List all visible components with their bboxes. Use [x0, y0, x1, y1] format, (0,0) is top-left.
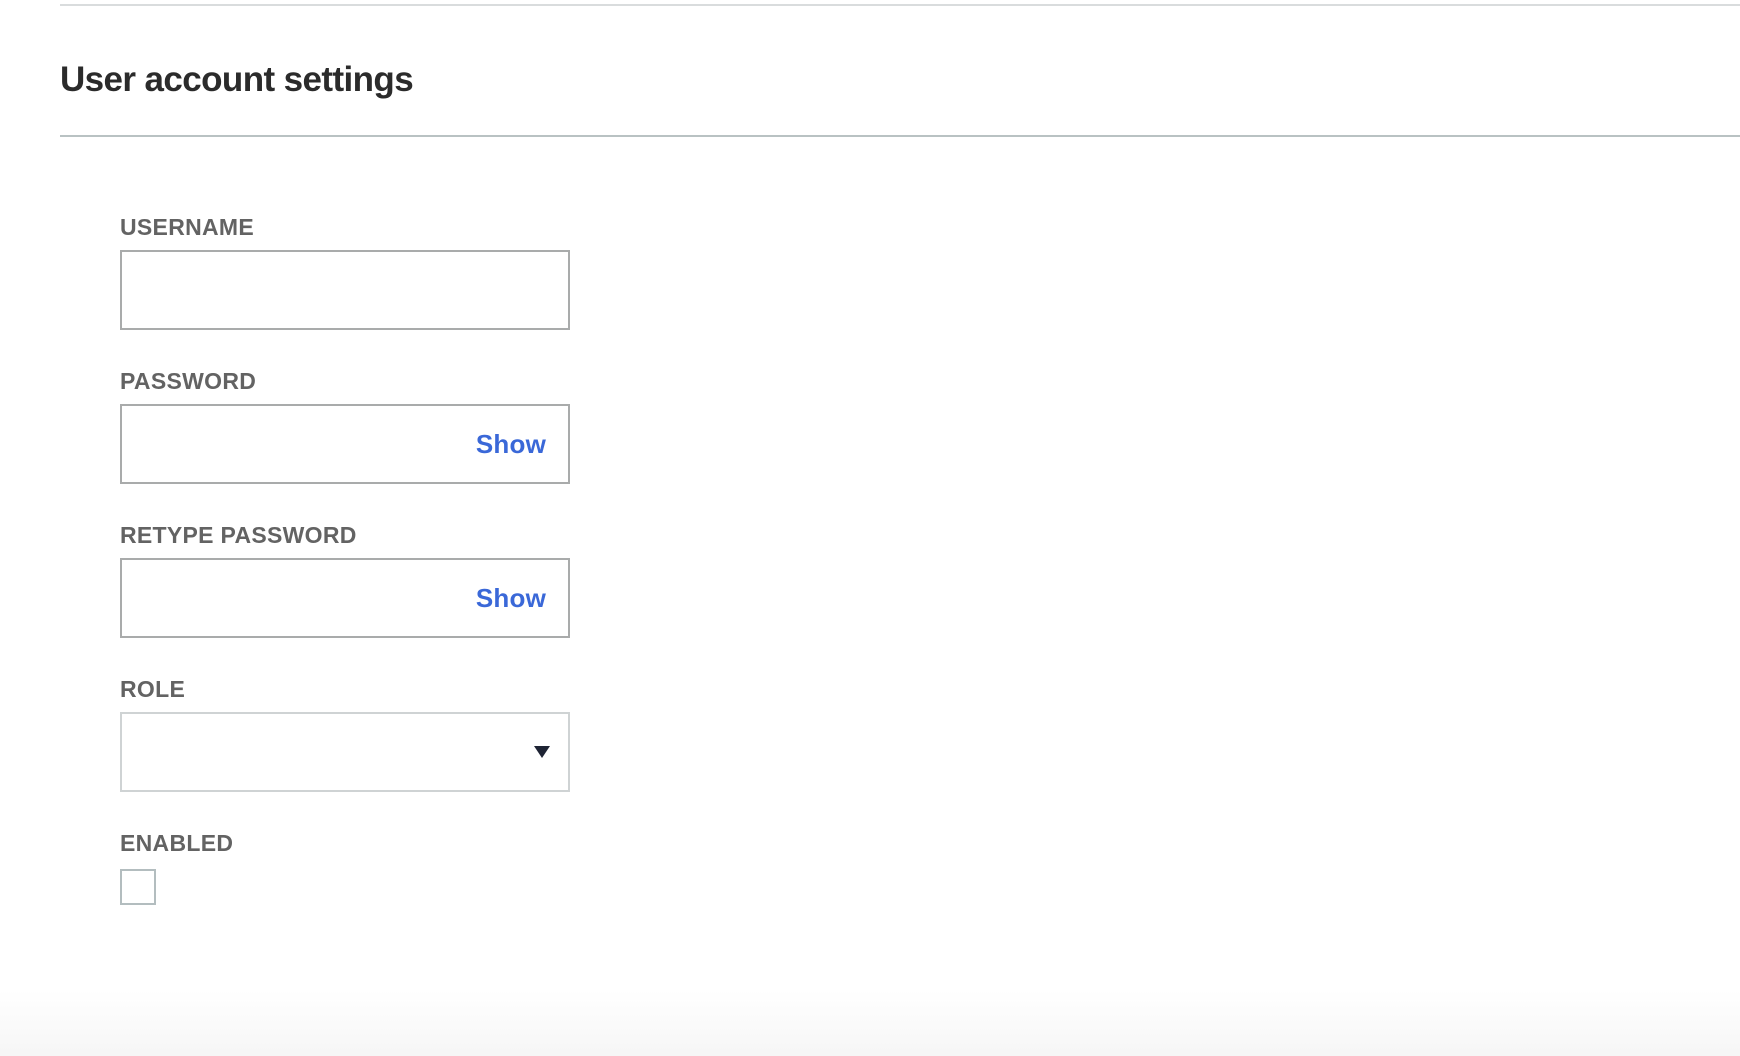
- username-label: USERNAME: [120, 214, 255, 240]
- retype-password-label: RETYPE PASSWORD: [120, 522, 357, 548]
- page-title: User account settings: [60, 60, 414, 99]
- show-password-button[interactable]: Show: [476, 406, 546, 482]
- enabled-checkbox[interactable]: [120, 869, 156, 905]
- username-input[interactable]: [122, 252, 568, 328]
- caret-down-icon: [534, 746, 550, 758]
- top-divider: [60, 4, 1740, 6]
- password-label: PASSWORD: [120, 368, 257, 394]
- bottom-shadow: [0, 990, 1740, 1056]
- enabled-label: ENABLED: [120, 830, 234, 856]
- show-retype-password-button[interactable]: Show: [476, 560, 546, 636]
- password-field: Show: [120, 404, 570, 484]
- retype-password-field: Show: [120, 558, 570, 638]
- role-label: ROLE: [120, 676, 186, 702]
- role-select[interactable]: [120, 712, 570, 792]
- username-field: [120, 250, 570, 330]
- title-divider: [60, 135, 1740, 137]
